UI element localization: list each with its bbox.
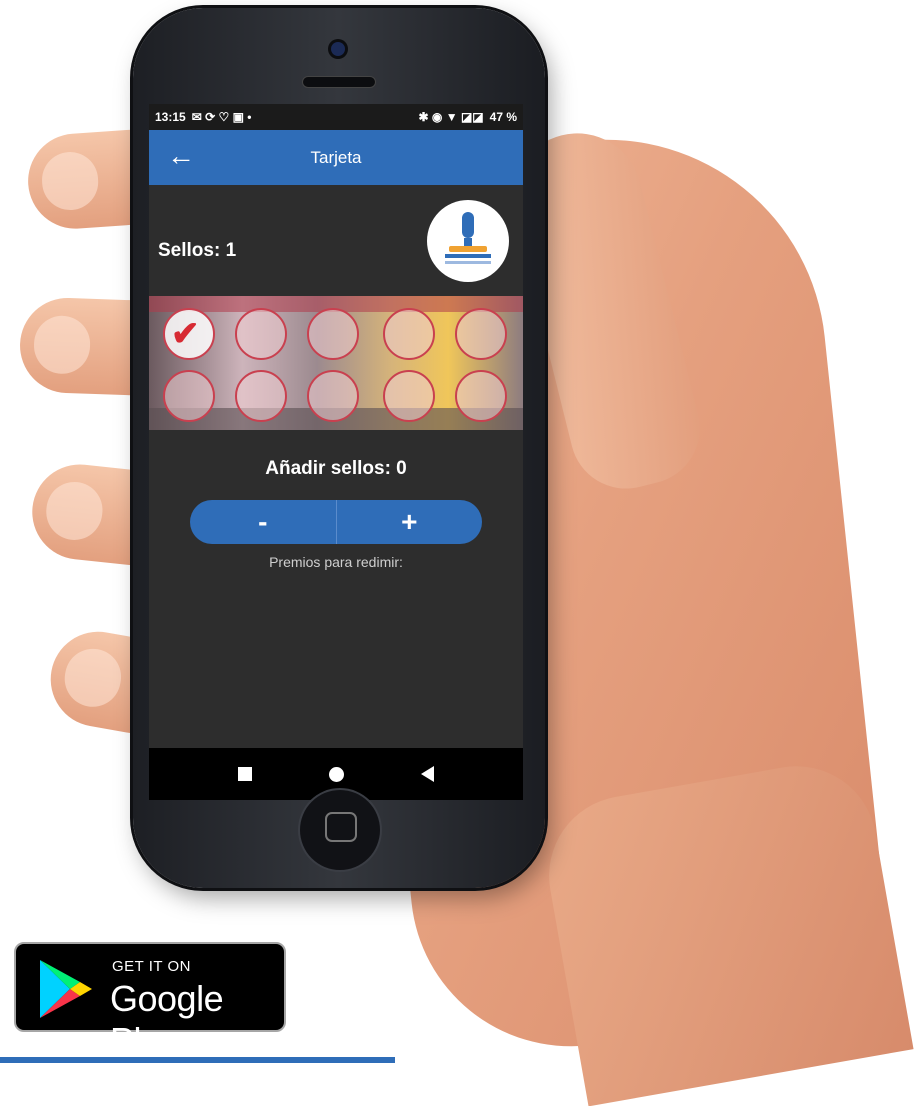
google-play-badge[interactable]: GET IT ON Google Play	[14, 942, 286, 1061]
battery-level: 47 %	[489, 110, 517, 124]
stamp-slot-filled: ✔	[163, 308, 215, 360]
earpiece-speaker	[302, 76, 376, 88]
badge-big-text: Google Play	[110, 978, 224, 1061]
minus-button[interactable]: -	[190, 500, 336, 544]
hand-wrist	[536, 753, 914, 1106]
badge-small-text: GET IT ON	[112, 958, 191, 975]
loyalty-card: ✔	[149, 296, 523, 430]
prizes-label: Premios para redimir:	[269, 554, 403, 570]
stamp-slot	[383, 308, 435, 360]
stamp-slot	[455, 308, 507, 360]
app-screen: 13:15 ✉ ⟳ ♡ ▣ • ✱ ◉ ▼ ◪◪ 47 % ← Tarjeta …	[149, 104, 523, 748]
front-camera	[331, 42, 345, 56]
stamp-button[interactable]	[427, 200, 509, 282]
recents-icon[interactable]	[237, 767, 252, 781]
checkmark-icon: ✔	[171, 315, 200, 353]
stamp-slot	[235, 308, 287, 360]
stamp-slot	[383, 370, 435, 422]
status-time: 13:15	[155, 110, 186, 124]
stamp-slot	[455, 370, 507, 422]
notification-icons: ✉ ⟳ ♡ ▣ •	[191, 110, 252, 124]
accent-bar	[0, 1057, 395, 1063]
plus-button[interactable]: +	[337, 500, 483, 544]
home-button-square-icon	[325, 812, 357, 842]
stamp-slot	[307, 308, 359, 360]
stamp-slot	[235, 370, 287, 422]
stamps-stepper: - +	[190, 500, 482, 544]
add-stamps-label: Añadir sellos: 0	[265, 458, 407, 479]
stamp-slot	[307, 370, 359, 422]
back-icon[interactable]	[421, 766, 435, 782]
system-icons: ✱ ◉ ▼ ◪◪	[418, 110, 484, 124]
stamps-count-label: Sellos: 1	[158, 240, 237, 261]
app-bar: ← Tarjeta	[149, 130, 523, 185]
google-play-icon	[40, 960, 92, 1018]
status-bar: 13:15 ✉ ⟳ ♡ ▣ • ✱ ◉ ▼ ◪◪ 47 %	[149, 104, 523, 130]
home-icon[interactable]	[328, 766, 344, 782]
rubber-stamp-icon	[445, 212, 491, 264]
stamp-slot	[163, 370, 215, 422]
page-title: Tarjeta	[310, 148, 362, 167]
